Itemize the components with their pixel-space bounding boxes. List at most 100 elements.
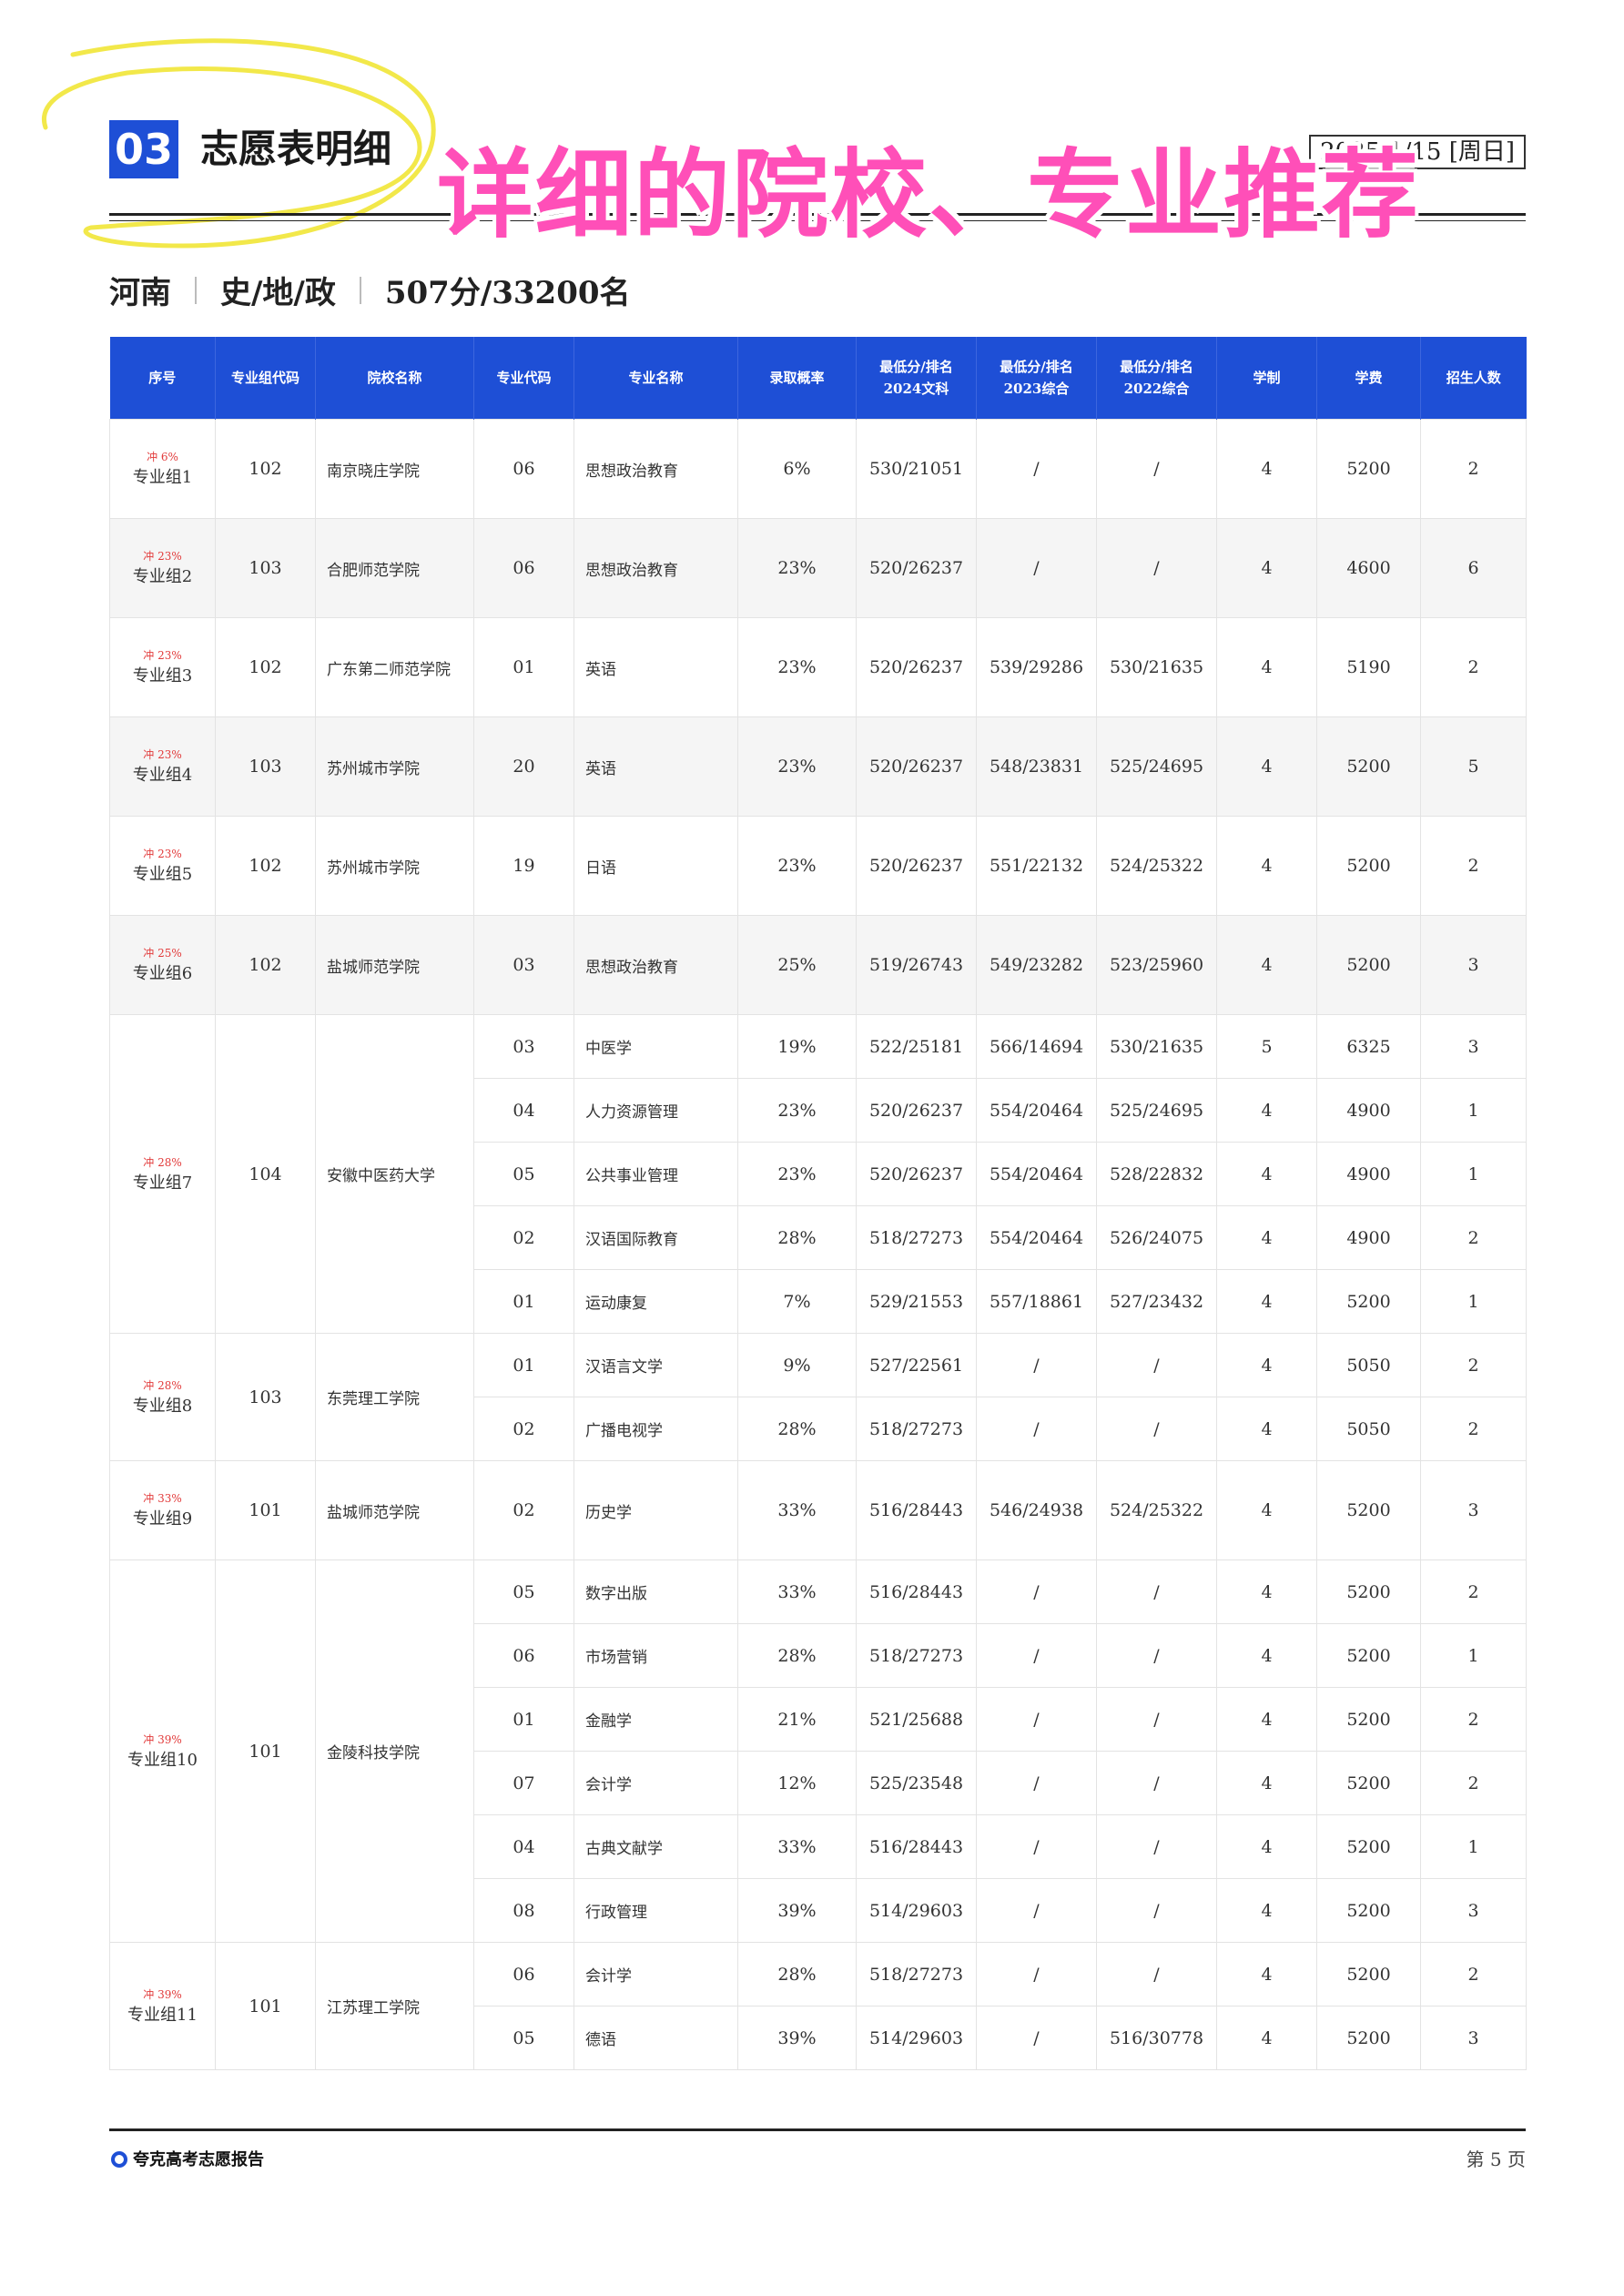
group-cell: 冲 23% 专业组3 [109, 617, 216, 717]
score-rank-2023: 554/20464 [976, 1142, 1097, 1206]
score-rank-2023: / [976, 1942, 1097, 2006]
study-years: 4 [1216, 419, 1317, 519]
tuition-fee: 5200 [1316, 1878, 1421, 1943]
group-label: 专业组4 [132, 766, 193, 785]
score-rank-2022: 527/23432 [1096, 1269, 1217, 1334]
score-rank-2024: 525/23548 [856, 1751, 977, 1815]
major-code: 05 [473, 1559, 574, 1624]
enrollment-count: 6 [1420, 518, 1527, 618]
column-header: 录取概率 [737, 337, 857, 420]
page-number: 第 5 页 [1466, 2149, 1526, 2170]
score-rank-2023: / [976, 1878, 1097, 1943]
school-name: 金陵科技学院 [315, 1559, 474, 1943]
major-code: 02 [473, 1460, 574, 1560]
major-name: 日语 [573, 816, 738, 916]
major-name: 会计学 [573, 1942, 738, 2006]
study-years: 4 [1216, 1142, 1317, 1206]
major-code: 06 [473, 518, 574, 618]
table-row: 冲 28% 专业组7 104 安徽中医药大学 03 中医学 19% 522/25181 566/… [109, 1014, 1527, 1334]
score-rank-2024: 518/27273 [856, 1942, 977, 2006]
admission-probability: 23% [737, 1078, 857, 1143]
score-rank-2022: / [1096, 1559, 1217, 1624]
study-years: 4 [1216, 1687, 1317, 1752]
score-rank-2024: 519/26743 [856, 915, 977, 1015]
score-rank-2022: 530/21635 [1096, 1014, 1217, 1079]
major-name: 古典文献学 [573, 1814, 738, 1879]
major-code: 07 [473, 1751, 574, 1815]
brand-name: 夸克高考志愿报告 [133, 2150, 264, 2169]
score-rank-2023: 551/22132 [976, 816, 1097, 916]
school-name: 盐城师范学院 [315, 915, 474, 1015]
major-code: 03 [473, 915, 574, 1015]
study-years: 4 [1216, 716, 1317, 817]
major-code: 02 [473, 1397, 574, 1461]
score-rank-2024: 520/26237 [856, 1078, 977, 1143]
score-rank-2022: 525/24695 [1096, 716, 1217, 817]
tuition-fee: 4900 [1316, 1078, 1421, 1143]
study-years: 4 [1216, 518, 1317, 618]
group-cell: 冲 23% 专业组5 [109, 816, 216, 916]
probability-badge: 冲 39% [143, 1732, 182, 1746]
enrollment-count: 3 [1420, 1878, 1527, 1943]
score-rank-2022: / [1096, 1942, 1217, 2006]
admission-probability: 33% [737, 1814, 857, 1879]
score-rank-2022: / [1096, 1333, 1217, 1397]
group-label: 专业组10 [127, 1750, 198, 1770]
column-header: 专业名称 [573, 337, 738, 420]
admission-probability: 39% [737, 1878, 857, 1943]
candidate-info: 河南 史/地/政 507分/33200名 [109, 268, 631, 313]
enrollment-count: 1 [1420, 1814, 1527, 1879]
score-rank-2023: 554/20464 [976, 1078, 1097, 1143]
table-body: 冲 6% 专业组1 102 南京晓庄学院 06 思想政治教育 6% 530/21051//4 5… [109, 419, 1527, 2070]
major-name: 会计学 [573, 1751, 738, 1815]
probability-badge: 冲 28% [143, 1155, 182, 1169]
tuition-fee: 5200 [1316, 1751, 1421, 1815]
section-number: 03 [109, 120, 178, 178]
group-code: 103 [215, 518, 316, 618]
major-name: 思想政治教育 [573, 419, 738, 519]
major-code: 06 [473, 1942, 574, 2006]
tuition-fee: 4900 [1316, 1142, 1421, 1206]
score-rank-2023: / [976, 2006, 1097, 2070]
tuition-fee: 5200 [1316, 2006, 1421, 2070]
tuition-fee: 5050 [1316, 1333, 1421, 1397]
score-rank-2022: / [1096, 1814, 1217, 1879]
group-label: 专业组1 [132, 468, 193, 487]
major-name: 人力资源管理 [573, 1078, 738, 1143]
province: 河南 [109, 275, 171, 311]
admission-probability: 6% [737, 419, 857, 519]
enrollment-count: 2 [1420, 1397, 1527, 1461]
score-rank-2024: 520/26237 [856, 716, 977, 817]
score-rank-2022: 530/21635 [1096, 617, 1217, 717]
score-rank-2024: 514/29603 [856, 2006, 977, 2070]
school-name: 合肥师范学院 [315, 518, 474, 618]
school-name: 苏州城市学院 [315, 716, 474, 817]
major-code: 04 [473, 1814, 574, 1879]
score-rank-2022: 524/25322 [1096, 816, 1217, 916]
divider [195, 276, 197, 304]
column-header: 专业组代码 [215, 337, 316, 420]
school-name: 盐城师范学院 [315, 1460, 474, 1560]
group-cell: 冲 39% 专业组10 [109, 1559, 216, 1943]
table-row: 冲 23% 专业组5 102 苏州城市学院 19 日语 23% 520/26237 551/22… [109, 816, 1527, 916]
study-years: 4 [1216, 1205, 1317, 1270]
column-header: 最低分/排名 2022综合 [1096, 337, 1217, 420]
section-title: 志愿表明细 [200, 127, 392, 171]
group-label: 专业组8 [132, 1396, 193, 1416]
score-rank-2024: 521/25688 [856, 1687, 977, 1752]
score-rank-2022: / [1096, 419, 1217, 519]
major-code: 03 [473, 1014, 574, 1079]
score-rank-2022: / [1096, 1623, 1217, 1688]
column-header: 序号 [109, 337, 216, 420]
group-code: 104 [215, 1014, 316, 1334]
table-row: 冲 39% 专业组10 101 金陵科技学院 05 数字出版 33% 516/28443//4… [109, 1559, 1527, 1943]
enrollment-count: 2 [1420, 816, 1527, 916]
score-rank-2024: 527/22561 [856, 1333, 977, 1397]
enrollment-count: 3 [1420, 2006, 1527, 2070]
column-header: 学制 [1216, 337, 1317, 420]
enrollment-count: 2 [1420, 1559, 1527, 1624]
admission-probability: 23% [737, 716, 857, 817]
study-years: 4 [1216, 617, 1317, 717]
study-years: 4 [1216, 1878, 1317, 1943]
admission-probability: 7% [737, 1269, 857, 1334]
